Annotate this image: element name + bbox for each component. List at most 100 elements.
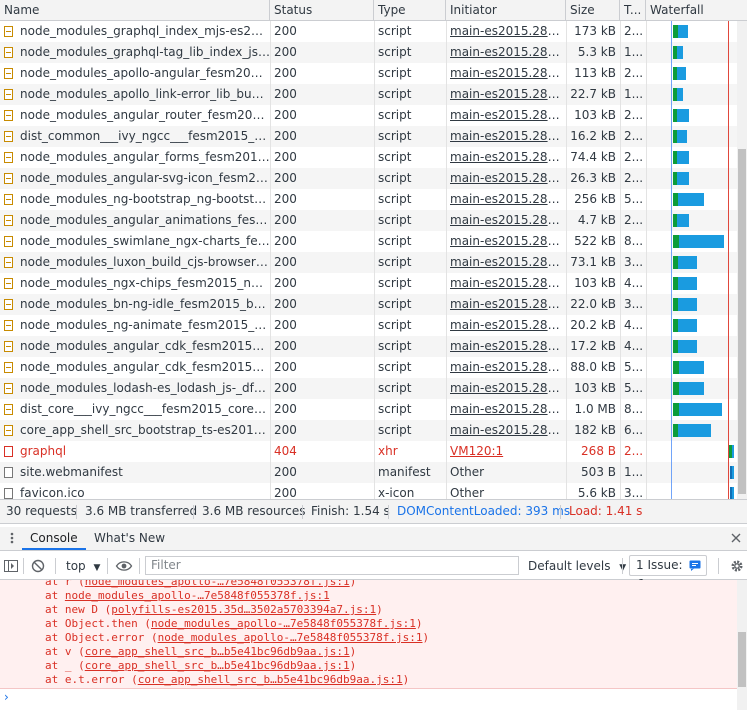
request-initiator[interactable]: main-es2015.2884a... (446, 147, 566, 168)
network-scrollbar[interactable] (737, 21, 747, 499)
clear-console-icon[interactable] (30, 553, 46, 579)
table-row[interactable]: dist_common___ivy_ngcc___fesm2015_comm..… (0, 126, 737, 147)
table-row[interactable]: node_modules_graphql-tag_lib_index_js-_3… (0, 42, 737, 63)
request-initiator[interactable]: main-es2015.2884a... (446, 357, 566, 378)
request-initiator[interactable]: main-es2015.2884a... (446, 42, 566, 63)
table-row[interactable]: node_modules_ngx-chips_fesm2015_ngx-chi.… (0, 273, 737, 294)
request-size: 103 kB (574, 381, 616, 395)
table-row[interactable]: node_modules_lodash-es_lodash_js-_df790-… (0, 378, 737, 399)
table-row[interactable]: favicon.ico 200 x-icon Other 5.6 kB 3... (0, 483, 737, 499)
table-row[interactable]: dist_core___ivy_ngcc___fesm2015_core_js-… (0, 399, 737, 420)
request-status: 200 (274, 360, 297, 374)
table-row[interactable]: node_modules_luxon_build_cjs-browser_lux… (0, 252, 737, 273)
stack-trace-source-link[interactable]: node_modules_apollo-…7e5848f055378f.js:1 (85, 580, 350, 588)
column-header-initiator[interactable]: Initiator (446, 0, 566, 21)
network-summary-bar: 30 requests 3.6 MB transferred 3.6 MB re… (0, 499, 747, 524)
column-divider (646, 21, 647, 499)
summary-divider (560, 505, 561, 519)
stack-trace-source-link[interactable]: core_app_shell_src_b…b5e41bc96db9aa.js:1 (138, 673, 403, 686)
console-prompt[interactable]: › (4, 690, 9, 704)
request-initiator[interactable]: main-es2015.2884a... (446, 252, 566, 273)
request-name: node_modules_angular_forms_fesm2015_for.… (20, 150, 270, 164)
request-size: 113 kB (574, 66, 616, 80)
column-header-time[interactable]: T... (620, 0, 646, 21)
request-time: 1... (624, 465, 644, 479)
request-initiator[interactable]: main-es2015.2884a... (446, 126, 566, 147)
request-size: 26.3 kB (570, 171, 616, 185)
request-size: 22.0 kB (570, 297, 616, 311)
request-initiator[interactable]: main-es2015.2884a... (446, 168, 566, 189)
tab-console[interactable]: Console (22, 527, 86, 550)
request-initiator[interactable]: main-es2015.2884a... (446, 273, 566, 294)
column-header-status[interactable]: Status (270, 0, 374, 21)
stack-trace-source-link[interactable]: polyfills-es2015.35d…3502a5703394a7.js:1 (111, 603, 376, 616)
request-initiator[interactable]: main-es2015.2884a... (446, 63, 566, 84)
context-selector[interactable]: top ▼ (66, 553, 100, 579)
request-initiator[interactable]: main-es2015.2884a... (446, 294, 566, 315)
script-file-icon (4, 257, 13, 268)
network-scrollbar-thumb[interactable] (738, 149, 746, 494)
column-header-waterfall[interactable]: Waterfall (646, 0, 747, 21)
request-initiator[interactable]: main-es2015.2884a... (446, 399, 566, 420)
request-initiator[interactable]: main-es2015.2884a... (446, 315, 566, 336)
request-initiator[interactable]: main-es2015.2884a... (446, 210, 566, 231)
request-initiator[interactable]: main-es2015.2884a... (446, 105, 566, 126)
show-sidebar-icon[interactable] (3, 553, 19, 579)
column-header-name[interactable]: Name (0, 0, 270, 21)
issues-button[interactable]: 1 Issue: 1 (629, 555, 707, 591)
table-row[interactable]: core_app_shell_src_bootstrap_ts-es2015.3… (0, 420, 737, 441)
log-levels-dropdown[interactable]: Default levels ▼ (528, 553, 626, 579)
request-name: node_modules_ngx-chips_fesm2015_ngx-chi.… (20, 276, 270, 290)
load-marker-line (728, 21, 729, 499)
toolbar-divider (23, 558, 24, 574)
table-row[interactable]: site.webmanifest 200 manifest Other 503 B 1..… (0, 462, 737, 483)
request-initiator[interactable]: main-es2015.2884a... (446, 231, 566, 252)
waterfall-bar (677, 109, 689, 122)
table-row[interactable]: graphql 404 xhr VM120:1 268 B 2... (0, 441, 737, 462)
stack-trace-source-link[interactable]: node_modules_apollo-…7e5848f055378f.js:1 (65, 589, 330, 602)
close-drawer-icon[interactable] (730, 527, 742, 553)
table-row[interactable]: node_modules_angular_router_fesm2015_ro.… (0, 105, 737, 126)
stack-trace-source-link[interactable]: node_modules_apollo-…7e5848f055378f.js:1 (151, 617, 416, 630)
request-initiator[interactable]: VM120:1 (446, 441, 566, 462)
table-row[interactable]: node_modules_angular_animations_fesm201.… (0, 210, 737, 231)
request-initiator[interactable]: main-es2015.2884a... (446, 21, 566, 42)
waterfall-bar (678, 340, 697, 353)
table-row[interactable]: node_modules_apollo-angular_fesm2015_ng.… (0, 63, 737, 84)
request-status: 200 (274, 213, 297, 227)
request-size: 182 kB (574, 423, 616, 437)
console-settings-gear-icon[interactable] (729, 553, 745, 579)
request-name: node_modules_swimlane_ngx-charts_fesm20.… (20, 234, 270, 248)
column-header-type[interactable]: Type (374, 0, 446, 21)
table-row[interactable]: node_modules_angular-svg-icon_fesm2015_.… (0, 168, 737, 189)
stack-trace-source-link[interactable]: core_app_shell_src_b…b5e41bc96db9aa.js:1 (85, 659, 350, 672)
tab-whats-new[interactable]: What's New (86, 527, 173, 550)
request-initiator[interactable]: main-es2015.2884a... (446, 378, 566, 399)
request-initiator[interactable]: main-es2015.2884a... (446, 336, 566, 357)
table-row[interactable]: node_modules_ng-animate_fesm2015_ng-a...… (0, 315, 737, 336)
column-header-size[interactable]: Size (566, 0, 620, 21)
script-file-icon (4, 89, 13, 100)
table-row[interactable]: node_modules_apollo_link-error_lib_bundl… (0, 84, 737, 105)
table-row[interactable]: node_modules_angular_forms_fesm2015_for.… (0, 147, 737, 168)
script-file-icon (4, 320, 13, 331)
request-initiator[interactable]: main-es2015.2884a... (446, 420, 566, 441)
console-scrollbar-thumb[interactable] (738, 632, 746, 687)
stack-trace-source-link[interactable]: core_app_shell_src_b…b5e41bc96db9aa.js:1 (85, 645, 350, 658)
table-row[interactable]: node_modules_graphql_index_mjs-es2015.b.… (0, 21, 737, 42)
stack-trace-source-link[interactable]: node_modules_apollo-…7e5848f055378f.js:1 (158, 631, 423, 644)
waterfall-bar (677, 88, 683, 101)
request-initiator[interactable]: main-es2015.2884a... (446, 189, 566, 210)
live-expression-eye-icon[interactable] (115, 553, 133, 579)
table-row[interactable]: node_modules_bn-ng-idle_fesm2015_bn-ng..… (0, 294, 737, 315)
request-name: node_modules_graphql-tag_lib_index_js-_3… (20, 45, 270, 59)
summary-divider (76, 505, 77, 519)
console-filter-input[interactable]: Filter (145, 556, 519, 575)
console-scrollbar[interactable] (737, 580, 747, 710)
request-initiator[interactable]: main-es2015.2884a... (446, 84, 566, 105)
table-row[interactable]: node_modules_angular_cdk_fesm2015_obse..… (0, 336, 737, 357)
table-row[interactable]: node_modules_angular_cdk_fesm2015_table.… (0, 357, 737, 378)
drawer-menu-icon[interactable] (6, 526, 18, 552)
table-row[interactable]: node_modules_swimlane_ngx-charts_fesm20.… (0, 231, 737, 252)
table-row[interactable]: node_modules_ng-bootstrap_ng-bootstrap_.… (0, 189, 737, 210)
